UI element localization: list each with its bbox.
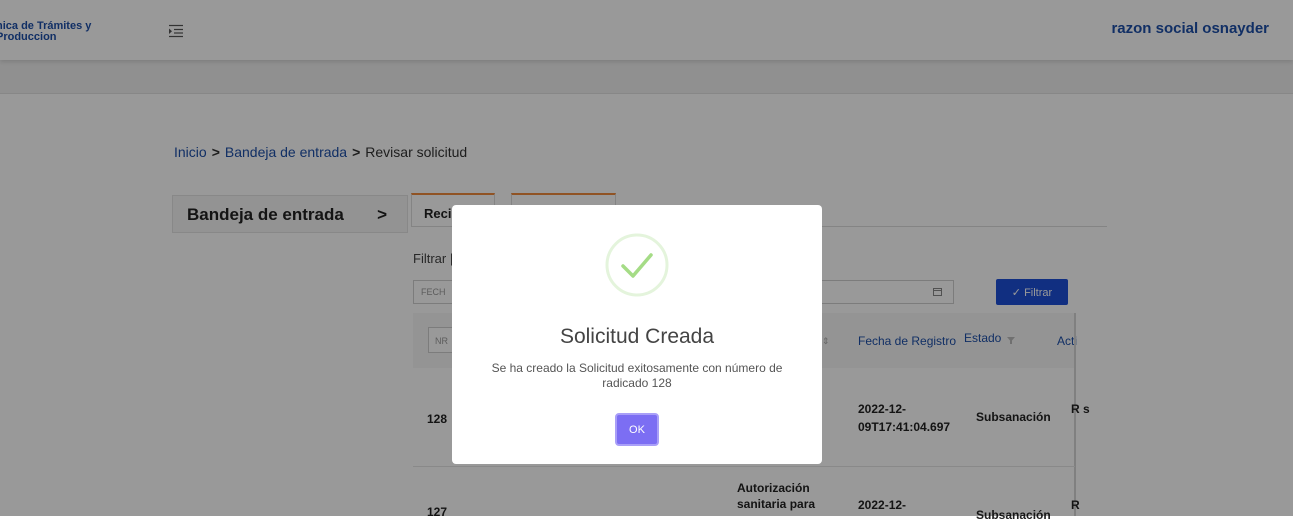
dialog-message: Se ha creado la Solicitud exitosamente c… bbox=[491, 361, 783, 390]
ok-button[interactable]: OK bbox=[615, 413, 659, 446]
success-dialog: Solicitud Creada Se ha creado la Solicit… bbox=[452, 205, 822, 464]
dialog-title: Solicitud Creada bbox=[559, 325, 715, 348]
success-check-icon bbox=[605, 233, 669, 297]
